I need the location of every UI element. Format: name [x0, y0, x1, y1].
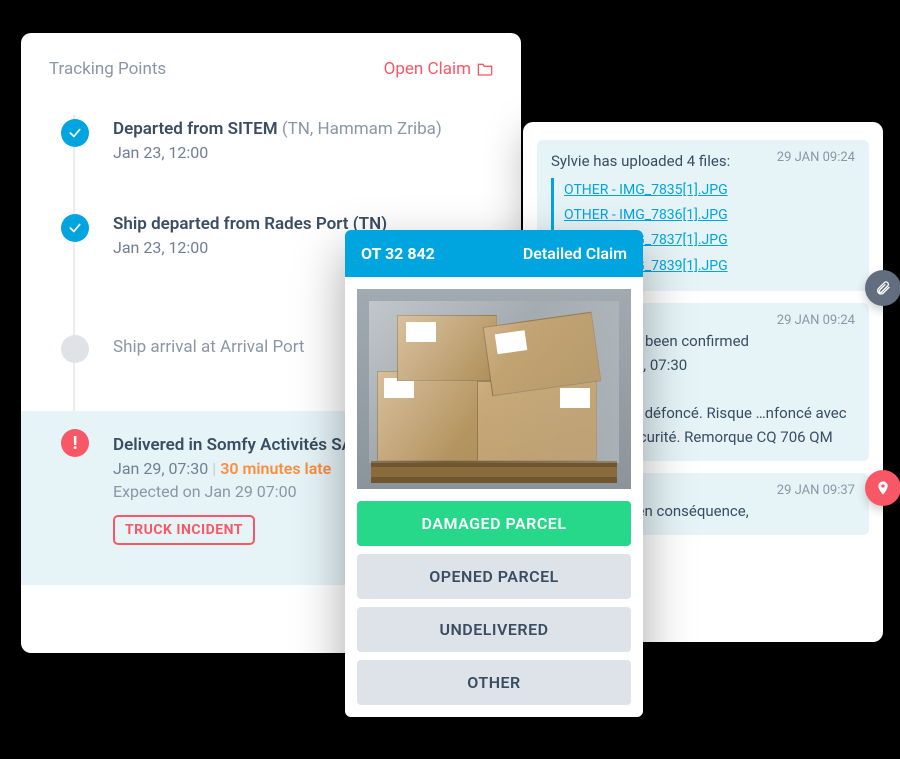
message-timestamp: 29 JAN 09:24: [777, 150, 855, 165]
tracking-title: Tracking Points: [49, 59, 166, 79]
detailed-claim-modal: OT 32 842 Detailed Claim DAMAGED PARCEL …: [345, 230, 643, 717]
claim-photo: [357, 289, 631, 489]
claim-reference: OT 32 842: [361, 244, 435, 263]
message-timestamp: 29 JAN 09:37: [777, 483, 855, 498]
tp-title: Departed from SITEM (TN, Hammam Zriba): [113, 119, 493, 139]
file-link[interactable]: OTHER - IMG_7835[1].JPG: [564, 178, 855, 203]
open-claim-button[interactable]: Open Claim: [384, 59, 493, 79]
status-node-alert: !: [61, 429, 89, 457]
tracking-header: Tracking Points Open Claim: [21, 59, 521, 93]
check-icon: [68, 221, 82, 235]
file-link[interactable]: OTHER - IMG_7836[1].JPG: [564, 203, 855, 228]
other-button[interactable]: OTHER: [357, 660, 631, 705]
claim-button-group: DAMAGED PARCEL OPENED PARCEL UNDELIVERED…: [357, 501, 631, 705]
damaged-parcel-button[interactable]: DAMAGED PARCEL: [357, 501, 631, 546]
incident-badge: TRUCK INCIDENT: [113, 515, 255, 545]
open-claim-label: Open Claim: [384, 59, 471, 79]
tp-time: Jan 23, 12:00: [113, 143, 493, 162]
check-icon: [68, 126, 82, 140]
tp-title-text: Departed from SITEM: [113, 119, 278, 139]
status-node-done: [61, 214, 89, 242]
status-node-pending: [61, 335, 89, 363]
location-fab[interactable]: [865, 470, 900, 506]
opened-parcel-button[interactable]: OPENED PARCEL: [357, 554, 631, 599]
claim-body: DAMAGED PARCEL OPENED PARCEL UNDELIVERED…: [345, 277, 643, 717]
undelivered-button[interactable]: UNDELIVERED: [357, 607, 631, 652]
attach-fab[interactable]: [865, 270, 900, 306]
tp-location: (TN, Hammam Zriba): [282, 119, 442, 139]
pin-icon: [875, 480, 891, 496]
message-timestamp: 29 JAN 09:24: [777, 313, 855, 328]
tp-time: Jan 29, 07:30: [113, 459, 208, 478]
tp-late: 30 minutes late: [220, 459, 331, 478]
folder-icon: [477, 62, 493, 76]
status-node-done: [61, 119, 89, 147]
claim-header: OT 32 842 Detailed Claim: [345, 230, 643, 277]
tp-title-text: Ship arrival at Arrival Port: [113, 337, 305, 357]
tracking-point: Departed from SITEM (TN, Hammam Zriba) J…: [21, 101, 521, 180]
paperclip-icon: [875, 280, 891, 296]
claim-header-label: Detailed Claim: [523, 244, 627, 263]
